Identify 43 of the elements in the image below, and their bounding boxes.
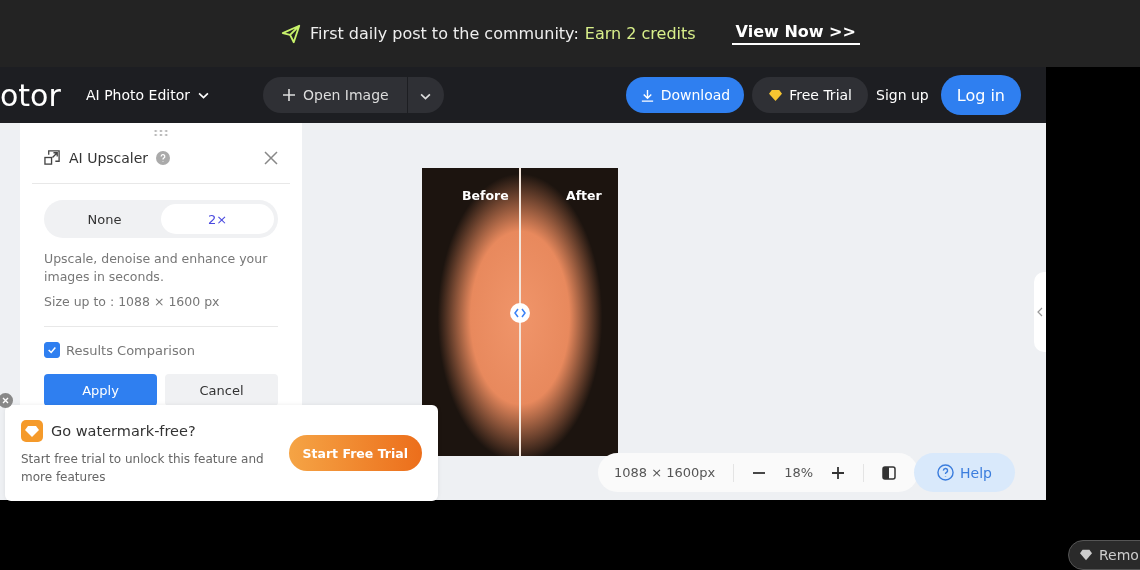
chevron-left-icon <box>1037 307 1043 317</box>
checkbox-label: Results Comparison <box>66 342 195 358</box>
before-label: Before <box>462 188 509 203</box>
diamond-icon <box>768 88 784 102</box>
help-icon <box>937 464 955 481</box>
free-trial-button[interactable]: Free Trial <box>752 77 868 113</box>
scale-option[interactable]: None <box>48 204 161 234</box>
close-icon[interactable] <box>264 150 278 165</box>
editor-menu-button[interactable]: AI Photo Editor <box>80 86 215 104</box>
diamond-icon <box>1079 549 1093 561</box>
download-button[interactable]: Download <box>625 77 745 113</box>
log-in-button[interactable]: Log in <box>940 75 1021 115</box>
panel-title: AI Upscaler <box>69 149 149 166</box>
chevron-down-icon <box>420 92 432 100</box>
checkbox[interactable] <box>44 342 60 358</box>
compare-icon[interactable] <box>882 465 897 480</box>
slider-handle-icon[interactable] <box>510 303 530 323</box>
image-dimensions: 1088 × 1600px <box>614 465 716 480</box>
promo-text: Start free trial to unlock this feature and more features <box>21 451 265 486</box>
checkmark-icon <box>47 345 57 355</box>
remove-button[interactable]: Remo <box>1068 540 1140 570</box>
size-limit-text: Size up to : 1088 × 1600 px <box>44 294 221 309</box>
after-label: After <box>566 188 602 203</box>
apply-button[interactable]: Apply <box>44 374 157 406</box>
zoom-in-icon[interactable] <box>831 465 846 480</box>
view-now-link[interactable]: View Now >> <box>731 22 860 45</box>
cancel-button[interactable]: Cancel <box>165 374 278 406</box>
description-text: Upscale, denoise and enhance your images in seconds. <box>44 250 269 286</box>
upscale-icon <box>44 149 61 166</box>
banner-reward: Earn 2 credits <box>584 24 696 43</box>
logo-text: otor <box>0 77 62 113</box>
plus-icon <box>283 89 295 101</box>
chevron-down-icon <box>198 91 209 99</box>
scale-option[interactable]: 2× <box>161 204 274 234</box>
close-icon[interactable] <box>0 393 13 408</box>
help-icon[interactable] <box>156 150 171 165</box>
sign-up-button[interactable]: Sign up <box>870 86 935 104</box>
banner-message: First daily post to the community: <box>310 24 579 43</box>
drag-handle-icon[interactable] <box>153 129 169 137</box>
paper-plane-icon <box>280 22 303 45</box>
zoom-level: 18% <box>784 465 814 480</box>
promo-title: Go watermark-free? <box>51 423 196 439</box>
download-icon <box>639 87 655 103</box>
